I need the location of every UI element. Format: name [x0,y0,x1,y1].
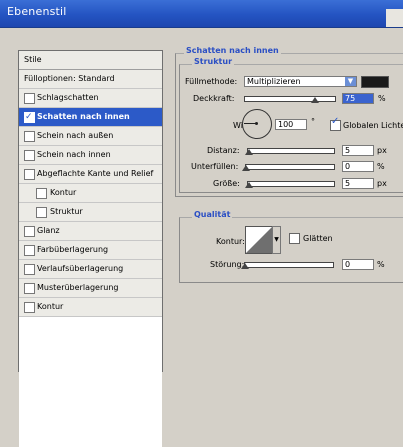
style-item-label: Schatten nach innen [37,112,130,121]
style-item[interactable]: Schatten nach innen [19,108,162,127]
quality-title: Qualität [192,210,233,219]
choke-label: Unterfüllen: [191,162,239,171]
choke-slider[interactable] [245,164,335,170]
styles-items: Fülloptionen: Standard Schlagschatten Scha… [19,70,162,317]
style-item-label: Schlagschatten [37,93,99,102]
style-item[interactable]: Kontur [19,184,162,203]
distance-label: Distanz: [207,146,240,155]
blend-mode-select[interactable]: Multiplizieren ▼ [244,76,357,87]
style-checkbox[interactable] [36,188,47,199]
style-checkbox[interactable] [24,302,35,313]
style-item[interactable]: Schein nach außen [19,127,162,146]
style-item-label: Glanz [37,226,60,235]
style-item-label: Kontur [37,302,64,311]
title-bar[interactable]: Ebenenstil [0,0,403,28]
style-checkbox[interactable] [24,108,35,126]
style-item-label: Farbüberlagerung [37,245,109,254]
noise-unit: % [377,260,385,269]
global-light-label[interactable]: Globalen Lichteinfall verwenden [343,121,403,130]
angle-dial-center [255,122,258,125]
style-item-label: Kontur [50,188,77,197]
styles-header[interactable]: Stile [19,51,162,70]
size-input[interactable]: 5 [342,178,374,189]
blend-mode-label: Füllmethode: [185,77,238,86]
antialias-label[interactable]: Glätten [303,234,333,243]
contour-dropdown[interactable]: ▼ [272,226,281,254]
inner-shadow-title: Schatten nach innen [184,46,281,55]
style-item[interactable]: Schlagschatten [19,89,162,108]
style-item[interactable]: Schein nach innen [19,146,162,165]
opacity-slider[interactable] [244,96,336,102]
style-item[interactable]: Glanz [19,222,162,241]
shadow-color-swatch[interactable] [361,76,389,88]
style-item[interactable]: Musterüberlagerung [19,279,162,298]
noise-slider-handle[interactable] [241,263,249,269]
style-item-label: Verlaufsüberlagerung [37,264,124,273]
choke-unit: % [377,162,385,171]
choke-input[interactable]: 0 [342,161,374,172]
style-item[interactable]: Abgeflachte Kante und Relief [19,165,162,184]
blend-mode-value: Multiplizieren [247,77,301,86]
style-checkbox[interactable] [24,169,35,180]
distance-unit: px [377,146,387,155]
chevron-down-icon: ▼ [274,236,279,243]
styles-list-empty [19,317,162,447]
contour-curve [246,227,272,253]
angle-unit: ° [311,117,315,126]
noise-label: Störung: [210,260,245,269]
size-slider[interactable] [247,181,335,187]
quality-group [179,217,403,283]
distance-slider[interactable] [247,148,335,154]
size-slider-handle[interactable] [245,182,253,188]
distance-slider-handle[interactable] [245,149,253,155]
antialias-checkbox[interactable] [289,233,300,244]
style-item-label: Abgeflachte Kante und Relief [37,169,154,178]
noise-slider[interactable] [244,262,334,268]
contour-preview[interactable] [245,226,273,254]
styles-list: Stile Fülloptionen: Standard Schlagschatt… [18,50,163,447]
opacity-label: Deckkraft: [193,94,235,103]
style-item-label: Musterüberlagerung [37,283,119,292]
style-checkbox[interactable] [24,93,35,104]
style-item[interactable]: Verlaufsüberlagerung [19,260,162,279]
style-item-label: Fülloptionen: Standard [24,74,115,83]
global-light-checkbox[interactable] [330,116,341,131]
style-item-label: Schein nach innen [37,150,111,159]
style-checkbox[interactable] [24,283,35,294]
style-checkbox[interactable] [24,226,35,237]
style-checkbox[interactable] [24,245,35,256]
choke-slider-handle[interactable] [242,165,250,171]
noise-input[interactable]: 0 [342,259,374,270]
style-checkbox[interactable] [24,150,35,161]
style-checkbox[interactable] [36,207,47,218]
style-checkbox[interactable] [24,131,35,142]
chevron-down-icon[interactable]: ▼ [345,77,356,86]
title-bar-edge [386,9,403,27]
style-item[interactable]: Kontur [19,298,162,317]
structure-title: Struktur [192,57,235,66]
angle-dial[interactable] [242,109,272,139]
size-label: Größe: [213,179,240,188]
opacity-slider-handle[interactable] [311,97,319,103]
opacity-unit: % [378,94,386,103]
distance-input[interactable]: 5 [342,145,374,156]
style-item-label: Schein nach außen [37,131,114,140]
style-item[interactable]: Fülloptionen: Standard [19,70,162,89]
angle-input[interactable]: 100 [275,119,307,130]
size-unit: px [377,179,387,188]
style-item-label: Struktur [50,207,83,216]
window-title: Ebenenstil [7,5,67,18]
style-item[interactable]: Farbüberlagerung [19,241,162,260]
style-item[interactable]: Struktur [19,203,162,222]
contour-label: Kontur: [216,237,245,246]
style-checkbox[interactable] [24,264,35,275]
opacity-input[interactable]: 75 [342,93,374,104]
